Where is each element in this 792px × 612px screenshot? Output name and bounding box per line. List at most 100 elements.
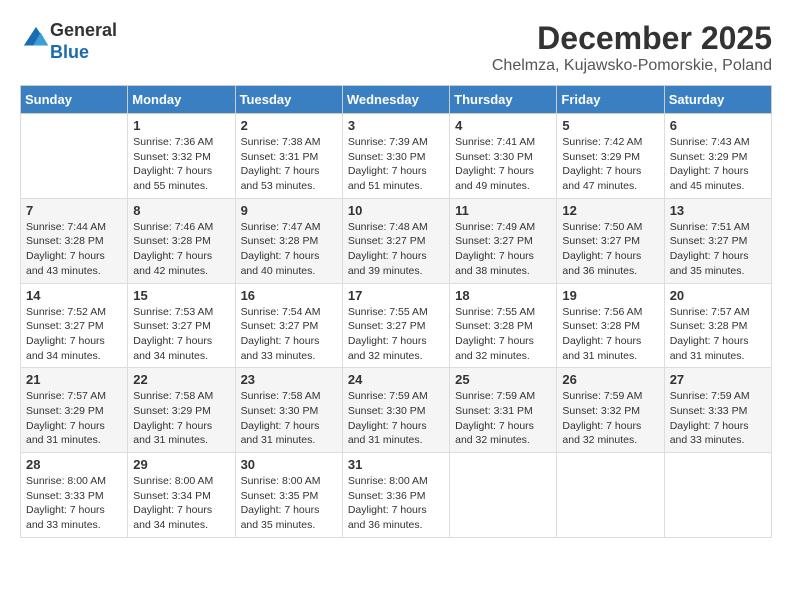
day-info: Sunrise: 7:39 AMSunset: 3:30 PMDaylight:… [348, 136, 428, 192]
calendar-cell: 1 Sunrise: 7:36 AMSunset: 3:32 PMDaylight… [128, 114, 235, 199]
day-number: 31 [348, 457, 444, 472]
day-number: 22 [133, 372, 229, 387]
day-info: Sunrise: 7:59 AMSunset: 3:31 PMDaylight:… [455, 390, 535, 446]
calendar-cell: 27 Sunrise: 7:59 AMSunset: 3:33 PMDayligh… [664, 368, 771, 453]
day-info: Sunrise: 7:59 AMSunset: 3:33 PMDaylight:… [670, 390, 750, 446]
day-number: 20 [670, 288, 766, 303]
calendar-cell: 3 Sunrise: 7:39 AMSunset: 3:30 PMDaylight… [342, 114, 449, 199]
day-number: 25 [455, 372, 551, 387]
day-info: Sunrise: 7:54 AMSunset: 3:27 PMDaylight:… [241, 306, 321, 362]
day-info: Sunrise: 7:59 AMSunset: 3:32 PMDaylight:… [562, 390, 642, 446]
day-number: 5 [562, 118, 658, 133]
day-info: Sunrise: 7:41 AMSunset: 3:30 PMDaylight:… [455, 136, 535, 192]
day-info: Sunrise: 7:59 AMSunset: 3:30 PMDaylight:… [348, 390, 428, 446]
day-number: 3 [348, 118, 444, 133]
calendar-cell: 23 Sunrise: 7:58 AMSunset: 3:30 PMDayligh… [235, 368, 342, 453]
day-info: Sunrise: 7:38 AMSunset: 3:31 PMDaylight:… [241, 136, 321, 192]
day-info: Sunrise: 7:56 AMSunset: 3:28 PMDaylight:… [562, 306, 642, 362]
logo-general: General [50, 20, 117, 40]
day-number: 10 [348, 203, 444, 218]
day-number: 24 [348, 372, 444, 387]
calendar-week-row: 28 Sunrise: 8:00 AMSunset: 3:33 PMDayligh… [21, 453, 772, 538]
day-info: Sunrise: 7:58 AMSunset: 3:29 PMDaylight:… [133, 390, 213, 446]
day-number: 4 [455, 118, 551, 133]
weekday-header-cell: Tuesday [235, 86, 342, 114]
day-info: Sunrise: 8:00 AMSunset: 3:33 PMDaylight:… [26, 475, 106, 531]
calendar-cell: 6 Sunrise: 7:43 AMSunset: 3:29 PMDaylight… [664, 114, 771, 199]
day-number: 1 [133, 118, 229, 133]
day-number: 13 [670, 203, 766, 218]
calendar-cell: 29Sunrise: 8:00 AMSunset: 3:34 PMDayligh… [128, 453, 235, 538]
page-header: General Blue December 2025 Chelmza, Kuja… [20, 20, 772, 75]
day-info: Sunrise: 7:43 AMSunset: 3:29 PMDaylight:… [670, 136, 750, 192]
day-number: 26 [562, 372, 658, 387]
day-number: 23 [241, 372, 337, 387]
day-number: 21 [26, 372, 122, 387]
day-info: Sunrise: 7:42 AMSunset: 3:29 PMDaylight:… [562, 136, 642, 192]
calendar-cell: 14Sunrise: 7:52 AMSunset: 3:27 PMDayligh… [21, 283, 128, 368]
day-number: 11 [455, 203, 551, 218]
day-info: Sunrise: 7:51 AMSunset: 3:27 PMDaylight:… [670, 221, 750, 277]
calendar-cell: 9 Sunrise: 7:47 AMSunset: 3:28 PMDaylight… [235, 198, 342, 283]
weekday-header-cell: Thursday [450, 86, 557, 114]
calendar-cell: 4 Sunrise: 7:41 AMSunset: 3:30 PMDaylight… [450, 114, 557, 199]
day-info: Sunrise: 7:50 AMSunset: 3:27 PMDaylight:… [562, 221, 642, 277]
day-number: 7 [26, 203, 122, 218]
day-info: Sunrise: 7:44 AMSunset: 3:28 PMDaylight:… [26, 221, 106, 277]
day-info: Sunrise: 7:57 AMSunset: 3:28 PMDaylight:… [670, 306, 750, 362]
weekday-header-row: SundayMondayTuesdayWednesdayThursdayFrid… [21, 86, 772, 114]
day-info: Sunrise: 7:55 AMSunset: 3:27 PMDaylight:… [348, 306, 428, 362]
day-number: 30 [241, 457, 337, 472]
day-info: Sunrise: 8:00 AMSunset: 3:34 PMDaylight:… [133, 475, 213, 531]
calendar-cell [21, 114, 128, 199]
month-title: December 2025 [492, 20, 772, 57]
day-number: 12 [562, 203, 658, 218]
calendar-cell: 21 Sunrise: 7:57 AMSunset: 3:29 PMDayligh… [21, 368, 128, 453]
day-number: 15 [133, 288, 229, 303]
calendar-cell: 7 Sunrise: 7:44 AMSunset: 3:28 PMDaylight… [21, 198, 128, 283]
day-info: Sunrise: 7:48 AMSunset: 3:27 PMDaylight:… [348, 221, 428, 277]
title-block: December 2025 Chelmza, Kujawsko-Pomorski… [492, 20, 772, 75]
day-number: 28 [26, 457, 122, 472]
day-number: 8 [133, 203, 229, 218]
day-number: 18 [455, 288, 551, 303]
day-info: Sunrise: 7:49 AMSunset: 3:27 PMDaylight:… [455, 221, 535, 277]
day-number: 6 [670, 118, 766, 133]
calendar-cell: 19 Sunrise: 7:56 AMSunset: 3:28 PMDayligh… [557, 283, 664, 368]
day-info: Sunrise: 7:57 AMSunset: 3:29 PMDaylight:… [26, 390, 106, 446]
day-number: 27 [670, 372, 766, 387]
day-info: Sunrise: 7:47 AMSunset: 3:28 PMDaylight:… [241, 221, 321, 277]
calendar-cell: 18 Sunrise: 7:55 AMSunset: 3:28 PMDayligh… [450, 283, 557, 368]
calendar-cell: 20 Sunrise: 7:57 AMSunset: 3:28 PMDayligh… [664, 283, 771, 368]
calendar-week-row: 1 Sunrise: 7:36 AMSunset: 3:32 PMDaylight… [21, 114, 772, 199]
weekday-header-cell: Sunday [21, 86, 128, 114]
calendar-cell: 22 Sunrise: 7:58 AMSunset: 3:29 PMDayligh… [128, 368, 235, 453]
day-info: Sunrise: 7:58 AMSunset: 3:30 PMDaylight:… [241, 390, 321, 446]
calendar-cell [557, 453, 664, 538]
calendar-cell: 2 Sunrise: 7:38 AMSunset: 3:31 PMDaylight… [235, 114, 342, 199]
calendar-cell: 12 Sunrise: 7:50 AMSunset: 3:27 PMDayligh… [557, 198, 664, 283]
day-info: Sunrise: 8:00 AMSunset: 3:35 PMDaylight:… [241, 475, 321, 531]
weekday-header-cell: Saturday [664, 86, 771, 114]
calendar-table: SundayMondayTuesdayWednesdayThursdayFrid… [20, 85, 772, 538]
calendar-cell: 30 Sunrise: 8:00 AMSunset: 3:35 PMDayligh… [235, 453, 342, 538]
day-info: Sunrise: 8:00 AMSunset: 3:36 PMDaylight:… [348, 475, 428, 531]
location-title: Chelmza, Kujawsko-Pomorskie, Poland [492, 57, 772, 75]
calendar-cell: 11 Sunrise: 7:49 AMSunset: 3:27 PMDayligh… [450, 198, 557, 283]
day-number: 19 [562, 288, 658, 303]
weekday-header-cell: Wednesday [342, 86, 449, 114]
day-number: 16 [241, 288, 337, 303]
calendar-cell: 25 Sunrise: 7:59 AMSunset: 3:31 PMDayligh… [450, 368, 557, 453]
day-info: Sunrise: 7:36 AMSunset: 3:32 PMDaylight:… [133, 136, 213, 192]
day-info: Sunrise: 7:52 AMSunset: 3:27 PMDaylight:… [26, 306, 106, 362]
calendar-cell: 24 Sunrise: 7:59 AMSunset: 3:30 PMDayligh… [342, 368, 449, 453]
weekday-header-cell: Monday [128, 86, 235, 114]
calendar-week-row: 14Sunrise: 7:52 AMSunset: 3:27 PMDayligh… [21, 283, 772, 368]
logo-icon [22, 25, 50, 53]
logo: General Blue [20, 20, 117, 63]
day-number: 2 [241, 118, 337, 133]
day-number: 9 [241, 203, 337, 218]
day-info: Sunrise: 7:46 AMSunset: 3:28 PMDaylight:… [133, 221, 213, 277]
day-info: Sunrise: 7:55 AMSunset: 3:28 PMDaylight:… [455, 306, 535, 362]
calendar-week-row: 21 Sunrise: 7:57 AMSunset: 3:29 PMDayligh… [21, 368, 772, 453]
